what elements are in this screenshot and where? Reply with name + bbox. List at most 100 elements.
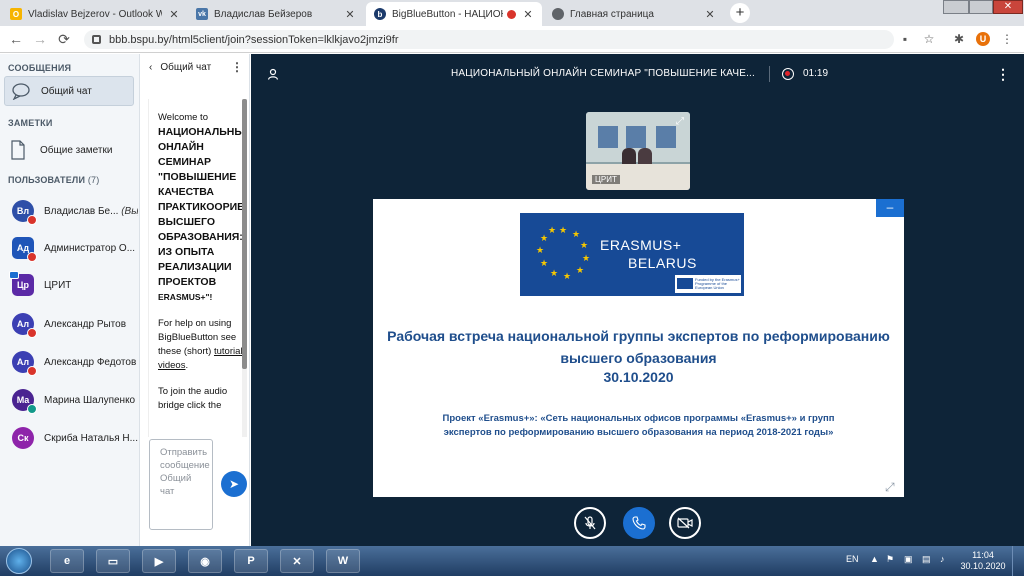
browser-menu-icon[interactable]: ⋮ [1000,32,1014,46]
share-webcam-button[interactable] [669,507,701,539]
slide-date: 30.10.2020 [603,369,674,385]
tab-title: Vladislav Bejzerov - Outlook Web [28,8,162,20]
chat-message-input[interactable]: Отправить сообщение Общий чат [149,439,213,530]
word-icon[interactable]: W [326,549,360,573]
muted-mic-icon [27,252,37,262]
picture-app-icon[interactable]: ✕ [280,549,314,573]
internet-explorer-icon[interactable]: e [50,549,84,573]
messages-heading: СООБЩЕНИЯ [8,63,72,73]
mute-button[interactable] [574,507,606,539]
chat-bubble-icon [12,83,30,100]
user-name: Администратор О... [44,242,136,254]
reload-icon[interactable]: ⟳ [56,31,72,47]
svg-text:★: ★ [536,246,544,256]
window-close-button[interactable]: ✕ [993,0,1023,14]
users-count: (7) [87,175,100,185]
logo-line-1: ERASMUS+ [600,237,682,253]
welcome-message: Welcome to НАЦИОНАЛЬНЫЙ ОНЛАЙН СЕМИНАР "… [158,112,243,302]
svg-text:★: ★ [563,272,571,282]
shared-notes-label: Общие заметки [40,144,113,156]
user-name: Александр Федотов [44,356,137,368]
back-arrow-icon[interactable]: ← [8,31,24,47]
public-chat-label: Общий чат [41,85,92,97]
user-list-item[interactable]: Ал Александр Федотов [12,350,138,376]
send-message-button[interactable]: ➤ [221,471,247,497]
minimize-presentation-button[interactable]: – [876,199,904,217]
eu-funding-badge: Funded by the Erasmus+ Programme of the … [675,275,741,293]
tray-expand-icon[interactable]: ▲ [870,554,879,564]
mic-off-icon [584,516,596,530]
eu-funding-text: Funded by the Erasmus+ Programme of the … [695,277,740,290]
user-list-item[interactable]: Вл Владислав Бе... (Вы) [12,199,138,225]
eu-flag-icon [677,278,693,289]
tab-close-icon[interactable]: ✕ [522,8,534,21]
system-clock[interactable]: 11:04 30.10.2020 [960,550,1006,572]
webcam-video[interactable]: ЦРИТ ⤢ [586,112,690,190]
meeting-title: НАЦИОНАЛЬНЫЙ ОНЛАЙН СЕМИНАР "ПОВЫШЕНИЕ К… [451,68,756,79]
file-explorer-icon[interactable]: ▭ [96,549,130,573]
tab-close-icon[interactable]: ✕ [344,8,356,21]
tab-main-page[interactable]: Главная страница ✕ [544,2,724,26]
user-list-item[interactable]: Ск Скриба Наталья Н... [12,426,138,450]
erasmus-logo: ★ ★ ★ ★ ★ ★ ★ ★ ★ ★ ★ ERASMUS+ BELARUS Funded b… [520,213,744,296]
user-list-toggle-icon[interactable] [267,68,279,83]
network-icon[interactable]: ▣ [904,554,913,565]
tab-outlook[interactable]: O Vladislav Bejzerov - Outlook Web ✕ [2,2,188,26]
svg-text:★: ★ [548,226,556,236]
power-icon[interactable]: ▤ [922,554,931,565]
extensions-puzzle-icon[interactable]: ✱ [952,32,966,46]
start-button[interactable] [6,548,32,574]
expand-icon[interactable]: ⤢ [676,116,684,127]
shared-notes-item[interactable]: Общие заметки [10,140,112,160]
presenter-icon [9,271,19,279]
user-list-item[interactable]: Ад Администратор О... [12,236,138,262]
public-chat-item[interactable]: Общий чат [4,76,134,106]
windows-taskbar: e ▭ ▶ ◉ P ✕ W EN ▲ ⚑ ▣ ▤ ♪ 11:04 30.10.2… [0,546,1024,576]
user-name: Скриба Наталья Н... [44,432,138,444]
language-indicator[interactable]: EN [846,554,859,564]
fullscreen-icon[interactable]: ⤢ [885,480,895,495]
chevron-left-icon[interactable]: ‹ [149,62,152,73]
powerpoint-icon[interactable]: P [234,549,268,573]
lock-icon [92,35,101,44]
tab-close-icon[interactable]: ✕ [704,8,716,21]
avatar: Цр [9,271,34,296]
chat-message-list[interactable]: Welcome to НАЦИОНАЛЬНЫЙ ОНЛАЙН СЕМИНАР "… [148,99,243,437]
notes-heading: ЗАМЕТКИ [8,118,53,128]
options-menu-icon[interactable]: ⋮ [996,66,1010,83]
profile-avatar[interactable]: U [976,32,990,46]
avatar: Ск [12,427,34,449]
tab-close-icon[interactable]: ✕ [168,8,180,21]
camera-off-icon [677,517,693,529]
camera-permission-icon[interactable]: ▪ [898,32,912,46]
tab-vk[interactable]: vk Владислав Бейзеров ✕ [188,2,364,26]
tab-bigbluebutton[interactable]: b BigBlueButton - НАЦИОНАЛ ✕ [366,2,542,26]
media-player-icon[interactable]: ▶ [142,549,176,573]
chat-options-icon[interactable]: ⋮ [231,60,243,74]
leave-audio-button[interactable] [623,507,655,539]
bookmark-star-icon[interactable]: ☆ [922,32,936,46]
window-minimize-button[interactable] [943,0,969,14]
recording-icon[interactable] [782,68,794,80]
recording-timer: 01:19 [803,68,829,79]
logo-line-2: BELARUS [628,255,697,271]
chat-scrollbar[interactable] [242,99,247,437]
svg-text:★: ★ [540,234,548,244]
chat-header[interactable]: ‹ Общий чат [149,62,211,73]
new-tab-button[interactable]: + [730,3,750,23]
address-bar[interactable]: bbb.bspu.by/html5client/join?sessionToke… [84,30,894,49]
forward-arrow-icon[interactable]: → [32,31,48,47]
muted-mic-icon [27,328,37,338]
user-list-item[interactable]: Ал Александр Рытов [12,312,138,338]
chrome-icon[interactable]: ◉ [188,549,222,573]
show-desktop-button[interactable] [1012,546,1024,576]
user-list-item[interactable]: Ма Марина Шалупенко [12,388,138,414]
chat-scrollbar-thumb[interactable] [242,99,247,369]
user-list-item[interactable]: Цр ЦРИТ [9,271,138,297]
presentation-area: НАЦИОНАЛЬНЫЙ ОНЛАЙН СЕМИНАР "ПОВЫШЕНИЕ К… [251,54,1024,546]
volume-icon[interactable]: ♪ [940,554,945,564]
tab-title: BigBlueButton - НАЦИОНАЛ [392,8,503,20]
window-maximize-button[interactable] [969,0,993,14]
svg-text:★: ★ [576,266,584,276]
action-center-icon[interactable]: ⚑ [886,554,894,565]
